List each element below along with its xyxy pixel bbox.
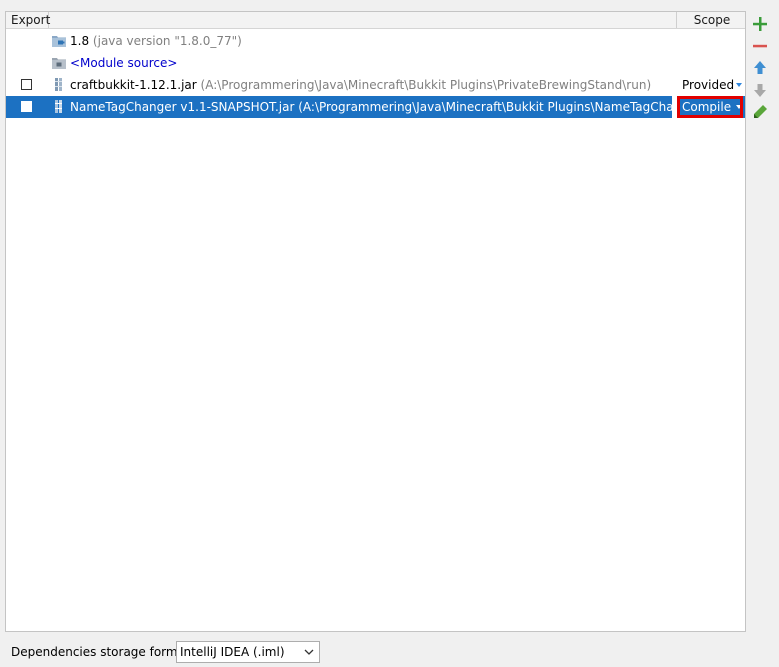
jar-library-icon [55, 78, 62, 91]
storage-format-label: Dependencies storage format: [11, 645, 194, 659]
row-hint: (A:\Programmering\Java\Minecraft\Bukkit … [200, 78, 652, 92]
scope-column-header[interactable]: Scope [677, 12, 745, 28]
table-row-craftbukkit[interactable]: craftbukkit-1.12.1.jar (A:\Programmering… [6, 74, 745, 96]
row-label: craftbukkit-1.12.1.jar (A:\Programmering… [70, 74, 651, 96]
table-row-nametagchanger-scope: Compile [677, 96, 745, 118]
scope-dropdown[interactable]: Compile [677, 96, 745, 118]
arrow-down-icon[interactable] [750, 80, 770, 100]
row-hint: (A:\Programmering\Java\Minecraft\Bukkit … [298, 100, 678, 114]
chevron-down-icon [736, 83, 742, 87]
scope-dropdown[interactable]: Provided [677, 74, 745, 96]
module-source-folder-icon [52, 58, 66, 69]
table-row-nametagchanger[interactable]: NameTagChanger v1.1-SNAPSHOT.jar (A:\Pro… [6, 96, 678, 118]
row-name: NameTagChanger v1.1-SNAPSHOT.jar [70, 100, 295, 114]
table-header: Export Scope [6, 12, 745, 29]
row-name: craftbukkit-1.12.1.jar [70, 78, 197, 92]
row-label: <Module source> [70, 52, 177, 74]
row-label: 1.8 (java version "1.8.0_77") [70, 30, 242, 52]
storage-format-select[interactable]: IntelliJ IDEA (.iml) [176, 641, 320, 663]
minus-icon[interactable] [750, 36, 770, 56]
arrow-up-icon[interactable] [750, 58, 770, 78]
chevron-down-icon [736, 105, 742, 109]
dependencies-table: Export Scope 1.8 (java version "1.8.0_77… [5, 11, 746, 632]
table-row-jdk[interactable]: 1.8 (java version "1.8.0_77") [6, 30, 745, 52]
row-name: 1.8 [70, 34, 90, 48]
row-name: <Module source> [70, 56, 178, 70]
jar-library-icon [55, 100, 62, 113]
scope-value: Compile [682, 100, 732, 114]
export-checkbox[interactable] [21, 101, 32, 112]
table-row-module-source[interactable]: <Module source> [6, 52, 745, 74]
jdk-folder-icon [52, 36, 66, 47]
row-label: NameTagChanger v1.1-SNAPSHOT.jar (A:\Pro… [70, 96, 678, 118]
storage-format-value: IntelliJ IDEA (.iml) [180, 645, 285, 659]
scope-value: Provided [682, 78, 735, 92]
plus-icon[interactable] [750, 14, 770, 34]
export-checkbox[interactable] [21, 79, 32, 90]
export-column-header[interactable]: Export [6, 12, 50, 28]
name-column-header[interactable] [49, 12, 677, 28]
row-hint: (java version "1.8.0_77") [92, 34, 242, 48]
pencil-icon[interactable] [750, 102, 770, 122]
chevron-down-icon [304, 649, 314, 655]
